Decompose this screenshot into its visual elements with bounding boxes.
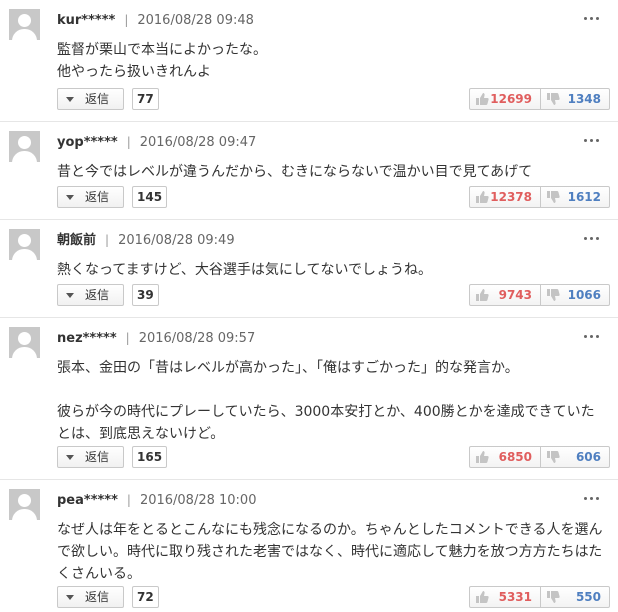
like-count: 5331 xyxy=(498,590,532,604)
reply-label: 返信 xyxy=(85,450,110,464)
dislike-count: 550 xyxy=(575,590,601,604)
vote-buttons: 6850 606 xyxy=(469,446,610,468)
thumbs-up-icon xyxy=(476,451,489,463)
meta-separator: | xyxy=(126,135,131,149)
thumbs-down-icon xyxy=(547,93,560,105)
thumbs-down-icon xyxy=(547,591,560,603)
like-count: 12699 xyxy=(490,92,532,106)
user-name[interactable]: kur***** xyxy=(57,13,115,28)
comment-item: yop***** | 2016/08/28 09:47 昔と今ではレベルが違うんだか… xyxy=(0,122,618,220)
user-name[interactable]: yop***** xyxy=(57,135,118,150)
reply-label: 返信 xyxy=(85,92,110,106)
like-count: 12378 xyxy=(490,190,532,204)
vote-buttons: 9743 1066 xyxy=(469,284,610,306)
dislike-button[interactable]: 1066 xyxy=(541,285,609,305)
like-button[interactable]: 9743 xyxy=(470,285,541,305)
reply-label: 返信 xyxy=(85,190,110,204)
thumbs-up-icon xyxy=(476,191,489,203)
reply-label: 返信 xyxy=(85,590,110,604)
meta-separator: | xyxy=(124,13,129,27)
comment-item: 朝飯前 | 2016/08/28 09:49 熱くなってますけど、大谷選手は気にして… xyxy=(0,220,618,318)
thumbs-down-icon xyxy=(547,451,560,463)
avatar[interactable] xyxy=(9,229,40,260)
more-options-icon[interactable] xyxy=(582,490,600,506)
reply-count: 145 xyxy=(132,186,168,208)
like-button[interactable]: 6850 xyxy=(470,447,541,467)
vote-buttons: 5331 550 xyxy=(469,586,610,608)
dislike-count: 1066 xyxy=(567,288,601,302)
comment-meta: pea***** | 2016/08/28 10:00 xyxy=(57,491,256,509)
thumbs-up-icon xyxy=(476,591,489,603)
comment-meta: 朝飯前 | 2016/08/28 09:49 xyxy=(57,231,235,249)
vote-buttons: 12699 1348 xyxy=(469,88,610,110)
like-button[interactable]: 5331 xyxy=(470,587,541,607)
vote-buttons: 12378 1612 xyxy=(469,186,610,208)
dislike-button[interactable]: 606 xyxy=(541,447,609,467)
thumbs-down-icon xyxy=(547,191,560,203)
post-time: 2016/08/28 09:57 xyxy=(138,331,256,346)
more-options-icon[interactable] xyxy=(582,10,600,26)
avatar[interactable] xyxy=(9,489,40,520)
like-count: 9743 xyxy=(498,288,532,302)
reply-button[interactable]: 返信 xyxy=(57,586,124,608)
thumbs-down-icon xyxy=(547,289,560,301)
like-count: 6850 xyxy=(498,450,532,464)
user-name[interactable]: pea***** xyxy=(57,493,118,508)
reply-count: 165 xyxy=(132,446,168,468)
comment-text: なぜ人は年をとるとこんなにも残念になるのか。ちゃんとしたコメントできる人を選んで… xyxy=(57,522,603,582)
more-options-icon[interactable] xyxy=(582,328,600,344)
reply-button[interactable]: 返信 xyxy=(57,284,124,306)
dislike-button[interactable]: 1348 xyxy=(541,89,609,109)
meta-separator: | xyxy=(125,331,130,345)
caret-down-icon xyxy=(66,595,74,600)
reply-button[interactable]: 返信 xyxy=(57,186,124,208)
dislike-count: 1612 xyxy=(567,190,601,204)
caret-down-icon xyxy=(66,97,74,102)
like-button[interactable]: 12699 xyxy=(470,89,541,109)
dislike-button[interactable]: 1612 xyxy=(541,187,609,207)
caret-down-icon xyxy=(66,293,74,298)
user-name[interactable]: 朝飯前 xyxy=(57,233,96,248)
reply-label: 返信 xyxy=(85,288,110,302)
thumbs-up-icon xyxy=(476,93,489,105)
comment-text: 張本、金田の「昔はレベルが高かった」、「俺はすごかった」的な発言か。 彼らが今の… xyxy=(57,360,595,442)
post-time: 2016/08/28 09:48 xyxy=(137,13,254,28)
post-time: 2016/08/28 10:00 xyxy=(139,493,257,508)
reply-count: 39 xyxy=(132,284,159,306)
reply-button[interactable]: 返信 xyxy=(57,88,124,110)
dislike-button[interactable]: 550 xyxy=(541,587,609,607)
dislike-count: 606 xyxy=(575,450,601,464)
avatar[interactable] xyxy=(9,327,40,358)
thumbs-up-icon xyxy=(476,289,489,301)
user-name[interactable]: nez***** xyxy=(57,331,117,346)
comment-text: 監督が栗山で本当によかったな。 他やったら扱いきれんよ xyxy=(57,42,267,80)
avatar[interactable] xyxy=(9,9,40,40)
comment-item: nez***** | 2016/08/28 09:57 張本、金田の「昔はレベルが高… xyxy=(0,318,618,480)
caret-down-icon xyxy=(66,455,74,460)
comment-item: kur***** | 2016/08/28 09:48 監督が栗山で本当によかったな… xyxy=(0,0,618,122)
more-options-icon[interactable] xyxy=(582,230,600,246)
comment-meta: kur***** | 2016/08/28 09:48 xyxy=(57,11,254,29)
comment-text: 熱くなってますけど、大谷選手は気にしてないでしょうね。 xyxy=(57,262,433,278)
post-time: 2016/08/28 09:47 xyxy=(139,135,257,150)
like-button[interactable]: 12378 xyxy=(470,187,541,207)
meta-separator: | xyxy=(105,233,110,247)
reply-count: 72 xyxy=(132,586,159,608)
comment-text: 昔と今ではレベルが違うんだから、むきにならないで温かい目で見てあげて xyxy=(57,164,533,180)
comment-meta: nez***** | 2016/08/28 09:57 xyxy=(57,329,255,347)
avatar[interactable] xyxy=(9,131,40,162)
meta-separator: | xyxy=(126,493,131,507)
post-time: 2016/08/28 09:49 xyxy=(118,233,235,248)
caret-down-icon xyxy=(66,195,74,200)
comment-item: pea***** | 2016/08/28 10:00 なぜ人は年をとるとこんなにも… xyxy=(0,480,618,612)
dislike-count: 1348 xyxy=(567,92,601,106)
comment-meta: yop***** | 2016/08/28 09:47 xyxy=(57,133,256,151)
more-options-icon[interactable] xyxy=(582,132,600,148)
reply-count: 77 xyxy=(132,88,159,110)
reply-button[interactable]: 返信 xyxy=(57,446,124,468)
